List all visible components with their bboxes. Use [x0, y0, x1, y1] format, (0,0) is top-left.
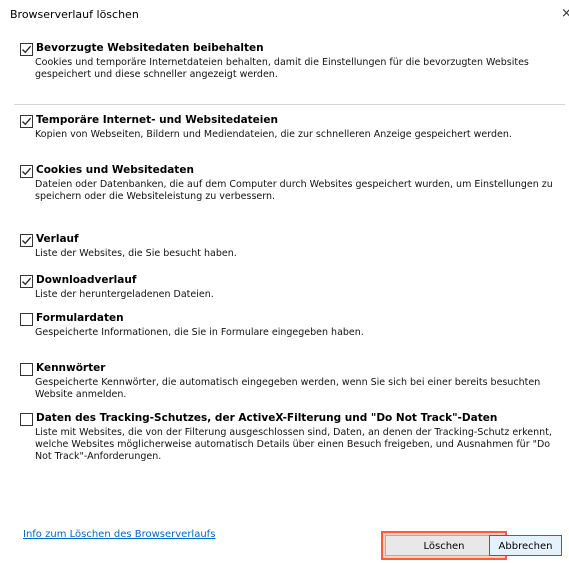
option-form-data[interactable]: Formulardaten Gespeicherte Informationen…	[20, 312, 560, 339]
option-preserve-favorites[interactable]: Bevorzugte Websitedaten beibehalten Cook…	[20, 42, 560, 81]
tracking-protection-checkbox[interactable]	[20, 413, 33, 426]
option-label: Bevorzugte Websitedaten beibehalten	[36, 42, 264, 54]
option-history[interactable]: Verlauf Liste der Websites, die Sie besu…	[20, 233, 560, 260]
option-description: Gespeicherte Informationen, die Sie in F…	[35, 327, 364, 338]
passwords-checkbox[interactable]	[20, 363, 33, 376]
checkmark-icon	[22, 236, 32, 245]
option-label: Cookies und Websitedaten	[36, 164, 194, 176]
checkmark-icon	[22, 167, 32, 176]
delete-button[interactable]: Löschen	[381, 531, 507, 560]
delete-browsing-history-dialog: Browserverlauf löschen × Bevorzugte Webs…	[0, 0, 569, 563]
option-description: Liste der heruntergeladenen Dateien.	[35, 289, 214, 300]
dialog-title: Browserverlauf löschen	[10, 8, 139, 21]
history-checkbox[interactable]	[20, 234, 33, 247]
option-label: Formulardaten	[36, 312, 124, 324]
cancel-button[interactable]: Abbrechen	[489, 535, 562, 556]
option-label: Verlauf	[36, 233, 79, 245]
option-label: Daten des Tracking-Schutzes, der ActiveX…	[36, 412, 498, 424]
separator	[14, 104, 565, 105]
option-description: Dateien oder Datenbanken, die auf dem Co…	[35, 179, 553, 202]
form-data-checkbox[interactable]	[20, 313, 33, 326]
option-passwords[interactable]: Kennwörter Gespeicherte Kennwörter, die …	[20, 362, 560, 401]
option-description: Cookies und temporäre Internetdateien be…	[35, 57, 529, 80]
preserve-favorites-checkbox[interactable]	[20, 43, 33, 56]
option-label: Kennwörter	[36, 362, 106, 374]
option-cookies[interactable]: Cookies und Websitedaten Dateien oder Da…	[20, 164, 560, 203]
option-tracking-protection[interactable]: Daten des Tracking-Schutzes, der ActiveX…	[20, 412, 560, 463]
option-label: Temporäre Internet- und Websitedateien	[36, 114, 279, 126]
option-description: Liste mit Websites, die von der Filterun…	[35, 427, 552, 462]
close-icon[interactable]: ×	[561, 6, 569, 21]
option-description: Gespeicherte Kennwörter, die automatisch…	[35, 377, 541, 400]
temporary-files-checkbox[interactable]	[20, 115, 33, 128]
checkmark-icon	[22, 117, 32, 126]
option-description: Liste der Websites, die Sie besucht habe…	[35, 248, 237, 259]
info-link[interactable]: Info zum Löschen des Browserverlaufs	[23, 529, 215, 540]
checkmark-icon	[22, 45, 32, 54]
download-history-checkbox[interactable]	[20, 275, 33, 288]
cookies-checkbox[interactable]	[20, 165, 33, 178]
option-description: Kopien von Webseiten, Bildern und Medien…	[35, 129, 512, 140]
option-download-history[interactable]: Downloadverlauf Liste der heruntergelade…	[20, 274, 560, 301]
option-temporary-files[interactable]: Temporäre Internet- und Websitedateien K…	[20, 114, 560, 141]
checkmark-icon	[22, 277, 32, 286]
option-label: Downloadverlauf	[36, 274, 137, 286]
